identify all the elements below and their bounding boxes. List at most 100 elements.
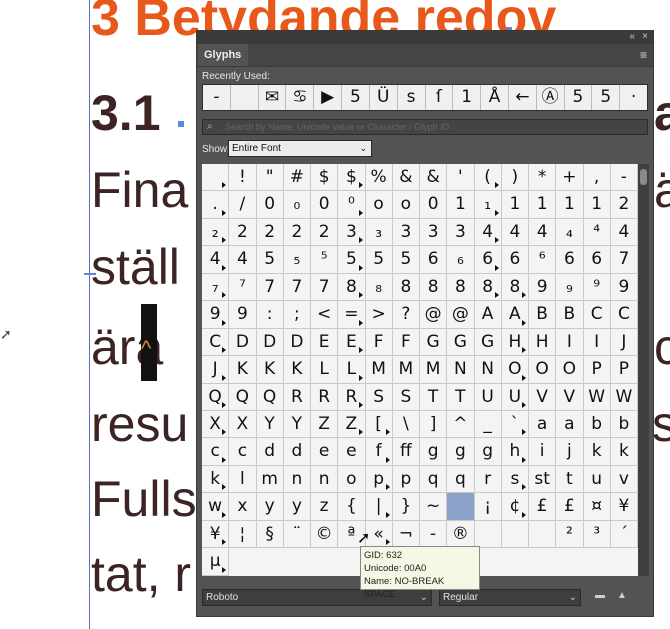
glyph-cell[interactable]: G	[474, 328, 502, 357]
show-dropdown[interactable]: Entire Font ⌄	[228, 140, 372, 157]
glyph-cell[interactable]: )	[501, 164, 529, 192]
recent-glyph[interactable]: Ü	[370, 85, 398, 110]
glyph-cell[interactable]: E	[311, 328, 339, 357]
glyph-cell[interactable]: I	[583, 328, 611, 357]
glyph-cell[interactable]: F	[392, 328, 420, 357]
glyph-cell[interactable]: st	[529, 465, 557, 494]
glyph-cell[interactable]: g	[474, 438, 502, 466]
glyph-cell[interactable]: v	[610, 465, 638, 494]
glyph-cell[interactable]: Z	[311, 410, 339, 439]
glyph-cell[interactable]: O	[501, 356, 529, 384]
glyph-cell[interactable]: §	[256, 520, 284, 549]
glyph-cell[interactable]: ¡	[474, 493, 502, 521]
glyph-cell[interactable]: y	[283, 493, 311, 521]
glyph-cell[interactable]	[202, 164, 230, 192]
glyph-cell[interactable]: A	[474, 301, 502, 329]
glyph-cell[interactable]: P	[583, 356, 611, 384]
glyph-cell[interactable]: V	[529, 383, 557, 411]
glyph-cell[interactable]: ₇	[202, 273, 230, 302]
glyph-cell[interactable]: Q	[202, 383, 230, 411]
glyph-cell[interactable]: &	[420, 164, 448, 192]
glyph-cell[interactable]: N	[474, 356, 502, 384]
glyph-cell[interactable]: ³	[583, 520, 611, 549]
glyph-cell[interactable]: ₈	[365, 273, 393, 302]
glyph-cell[interactable]: 6	[420, 246, 448, 274]
glyph-cell[interactable]: h	[501, 438, 529, 466]
glyph-cell[interactable]: 6	[583, 246, 611, 274]
glyph-cell[interactable]: -	[610, 164, 638, 192]
glyph-cell[interactable]: 6	[501, 246, 529, 274]
glyph-cell[interactable]: e	[338, 438, 366, 466]
glyph-cell[interactable]: ⁵	[311, 246, 339, 274]
glyph-cell[interactable]: ´	[610, 520, 638, 549]
glyph-cell[interactable]: M	[392, 356, 420, 384]
glyph-cell[interactable]: R	[311, 383, 339, 411]
glyph-cell[interactable]: U	[474, 383, 502, 411]
glyph-cell[interactable]: e	[311, 438, 339, 466]
collapse-icon[interactable]: «	[629, 31, 635, 42]
recent-glyph[interactable]: 5	[565, 85, 593, 110]
glyph-cell[interactable]: ₆	[447, 246, 475, 274]
glyph-grid[interactable]: ! " # $ $% & & '() * +, -./0 ₀ 0 ⁰ o o 0 1 ₁ 1 1 1 1 2 ₂ 2 2 2 2 3 ₃ 3 3…	[202, 164, 638, 576]
recent-glyph[interactable]: Å	[481, 85, 509, 110]
glyph-cell[interactable]: b	[583, 410, 611, 439]
glyph-cell[interactable]: G	[447, 328, 475, 357]
glyph-cell[interactable]: I	[556, 328, 584, 357]
glyph-cell[interactable]: X	[202, 410, 230, 439]
glyph-cell[interactable]: 3	[392, 218, 420, 247]
glyph-cell[interactable]: C	[583, 301, 611, 329]
glyph-cell[interactable]: B	[529, 301, 557, 329]
zoom-out-icon[interactable]: ▬	[595, 590, 605, 601]
glyph-cell[interactable]: 9	[610, 273, 638, 302]
glyph-cell[interactable]: ©	[311, 520, 339, 549]
glyph-cell[interactable]: D	[256, 328, 284, 357]
glyph-cell[interactable]: C	[610, 301, 638, 329]
glyph-cell[interactable]: /	[229, 191, 257, 219]
glyph-cell[interactable]: g	[420, 438, 448, 466]
glyph-cell[interactable]: l	[229, 465, 257, 494]
recent-glyph[interactable]: ←	[509, 85, 537, 110]
glyph-cell[interactable]: 1	[529, 191, 557, 219]
panel-drag-bar[interactable]: « ×	[197, 31, 653, 44]
glyph-cell[interactable]: -	[420, 520, 448, 549]
glyph-cell[interactable]: M	[365, 356, 393, 384]
glyph-cell[interactable]: |	[365, 493, 393, 521]
glyph-cell[interactable]: 4	[501, 218, 529, 247]
glyph-cell[interactable]: q	[447, 465, 475, 494]
glyph-cell[interactable]: j	[556, 438, 584, 466]
glyph-cell[interactable]: 8	[392, 273, 420, 302]
glyph-cell[interactable]: µ	[202, 548, 230, 576]
glyph-cell[interactable]: 1	[583, 191, 611, 219]
glyph-cell[interactable]: T	[420, 383, 448, 411]
recent-glyph[interactable]: 1	[453, 85, 482, 110]
glyph-cell[interactable]: $	[338, 164, 366, 192]
glyph-cell[interactable]: }	[392, 493, 420, 521]
glyph-cell[interactable]: {	[338, 493, 366, 521]
glyph-cell[interactable]: X	[229, 410, 257, 439]
glyph-cell[interactable]: b	[610, 410, 638, 439]
glyph-cell[interactable]: 2	[229, 218, 257, 247]
glyph-cell[interactable]: x	[229, 493, 257, 521]
glyph-cell[interactable]: D	[283, 328, 311, 357]
recent-glyph[interactable]: ſ	[426, 85, 454, 110]
glyph-cell[interactable]: 5	[365, 246, 393, 274]
glyph-cell[interactable]: 4	[474, 218, 502, 247]
glyph-cell[interactable]: z	[311, 493, 339, 521]
glyph-cell[interactable]: O	[529, 356, 557, 384]
glyph-cell[interactable]: ;	[283, 301, 311, 329]
glyph-cell[interactable]: W	[583, 383, 611, 411]
glyph-cell[interactable]: ?	[392, 301, 420, 329]
glyph-search-input[interactable]: ⌕ Search by Name, Unicode value or Chara…	[202, 119, 648, 135]
glyph-cell[interactable]: @	[447, 301, 475, 329]
glyph-cell[interactable]: 8	[474, 273, 502, 302]
glyph-cell[interactable]: o	[392, 191, 420, 219]
glyph-cell[interactable]: 3	[447, 218, 475, 247]
glyph-cell[interactable]: ⁴	[583, 218, 611, 247]
glyph-cell[interactable]: 1	[447, 191, 475, 219]
glyph-cell[interactable]: U	[501, 383, 529, 411]
glyph-cell[interactable]: @	[420, 301, 448, 329]
glyph-cell[interactable]: w	[202, 493, 230, 521]
glyph-cell[interactable]: ₅	[283, 246, 311, 274]
glyph-cell[interactable]: k	[610, 438, 638, 466]
glyph-cell[interactable]: K	[229, 356, 257, 384]
